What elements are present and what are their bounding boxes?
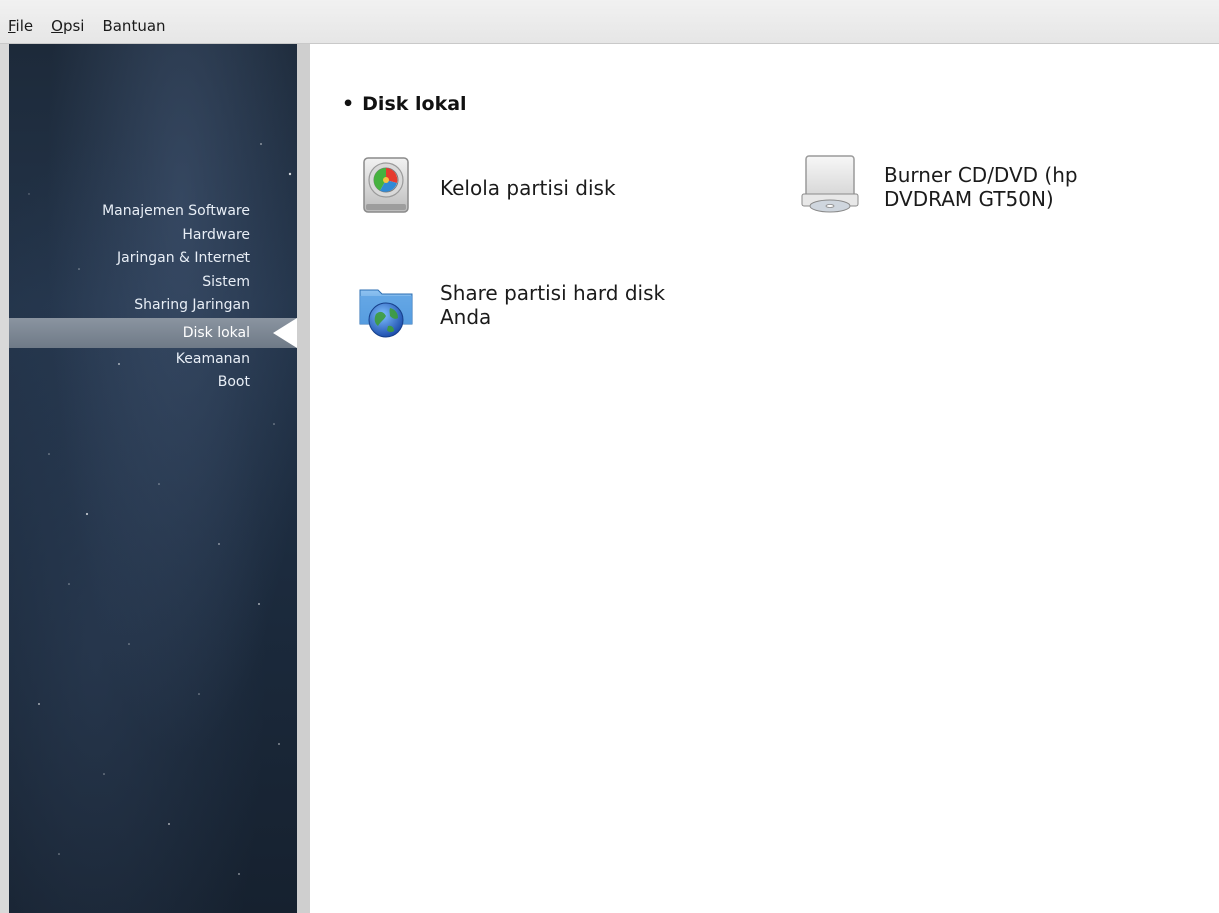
active-indicator xyxy=(273,317,297,348)
tool-share-partitions[interactable]: Share partisi hard disk Anda xyxy=(354,276,710,340)
sidebar-item-boot[interactable]: Boot xyxy=(9,371,297,395)
sidebar-item-network-internet[interactable]: Jaringan & Internet xyxy=(9,247,297,271)
sidebar-item-hardware[interactable]: Hardware xyxy=(9,224,297,248)
main-panel: • Disk lokal Kelola partisi disk Burner … xyxy=(310,44,1219,913)
category-sidebar: Manajemen Software Hardware Jaringan & I… xyxy=(9,44,297,913)
category-list: Manajemen Software Hardware Jaringan & I… xyxy=(9,200,297,395)
menubar: File Opsi Bantuan xyxy=(0,0,1219,44)
menu-file-label: ile xyxy=(15,17,34,35)
tool-manage-disk-partitions[interactable]: Kelola partisi disk xyxy=(354,152,710,216)
sidebar-item-network-sharing[interactable]: Sharing Jaringan xyxy=(9,294,297,318)
sidebar-item-security[interactable]: Keamanan xyxy=(9,348,297,372)
network-folder-icon xyxy=(359,289,413,338)
menu-help-label: Bantuan xyxy=(102,17,166,35)
sidebar-scrollbar[interactable] xyxy=(297,44,310,913)
section-bullet: • xyxy=(342,93,355,115)
section-title: • Disk lokal xyxy=(342,92,467,116)
menu-options-label: psi xyxy=(62,17,85,35)
menu-file-mnemonic: F xyxy=(8,17,16,35)
menu-help[interactable]: Bantuan xyxy=(102,17,165,35)
sidebar-item-local-disks[interactable]: Disk lokal xyxy=(9,317,297,348)
window-left-border xyxy=(0,44,9,913)
tool-share-partitions-label: Share partisi hard disk Anda xyxy=(440,281,666,329)
hard-disk-partition-icon xyxy=(363,157,409,213)
starfield-background xyxy=(28,143,292,875)
menu-options[interactable]: Opsi xyxy=(51,17,84,35)
sidebar-item-local-disks-label: Disk lokal xyxy=(182,324,250,341)
tool-cd-dvd-burner-label: Burner CD/DVD (hp DVDRAM GT50N) xyxy=(884,163,1078,211)
sidebar-item-software-management[interactable]: Manajemen Software xyxy=(9,200,297,224)
section-title-text: Disk lokal xyxy=(362,93,467,115)
sidebar-item-system[interactable]: Sistem xyxy=(9,271,297,295)
menu-options-mnemonic: O xyxy=(51,17,63,35)
optical-drive-icon xyxy=(801,155,859,213)
menu-file[interactable]: File xyxy=(8,17,33,35)
tool-cd-dvd-burner[interactable]: Burner CD/DVD (hp DVDRAM GT50N) xyxy=(798,152,1154,216)
app-window: File Opsi Bantuan Manajemen Software Har… xyxy=(0,0,1219,913)
tool-manage-disk-partitions-label: Kelola partisi disk xyxy=(440,176,616,200)
